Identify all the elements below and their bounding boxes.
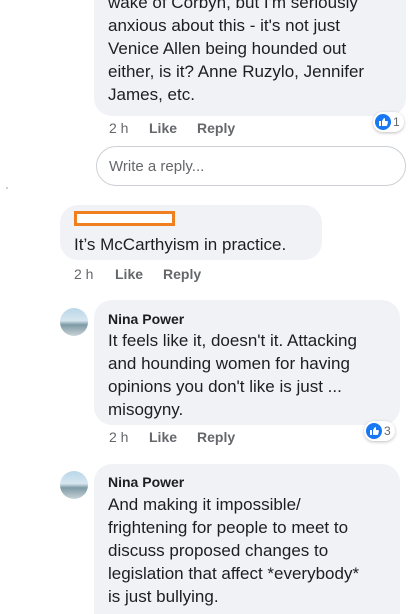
comment-actions: 2 h Like Reply	[0, 120, 416, 138]
comment-actions: 2 h Like Reply	[0, 266, 416, 284]
comment-time[interactable]: 2 h	[109, 429, 128, 445]
comment-bubble: Nina Power It feels like it, doesn't it.…	[94, 300, 400, 425]
comment-text: wake of Corbyn, but I'm seriously anxiou…	[108, 0, 365, 104]
comment-author[interactable]: Nina Power	[108, 311, 184, 327]
comment-text: It feels like it, doesn't it. Attacking …	[108, 331, 357, 419]
like-button[interactable]: Like	[115, 266, 143, 282]
like-button[interactable]: Like	[149, 429, 177, 445]
reply-input[interactable]	[96, 146, 406, 186]
avatar[interactable]	[60, 308, 88, 336]
comment-bubble: wake of Corbyn, but I'm seriously anxiou…	[94, 0, 406, 116]
reply-button[interactable]: Reply	[163, 266, 201, 282]
comment-actions: 2 h Like Reply	[0, 429, 416, 447]
divider	[6, 187, 8, 189]
redacted-author	[74, 211, 175, 226]
comment-text: It’s McCarthyism in practice.	[74, 235, 287, 254]
comment-time[interactable]: 2 h	[74, 266, 93, 282]
comment-text: And making it impossible/ frightening fo…	[108, 495, 360, 606]
like-button[interactable]: Like	[149, 120, 177, 136]
avatar[interactable]	[60, 471, 88, 499]
comment-author[interactable]: Nina Power	[108, 474, 184, 490]
comment-bubble: Nina Power And making it impossible/ fri…	[94, 464, 400, 614]
comment-time[interactable]: 2 h	[109, 120, 128, 136]
reply-button[interactable]: Reply	[197, 120, 235, 136]
reply-button[interactable]: Reply	[197, 429, 235, 445]
